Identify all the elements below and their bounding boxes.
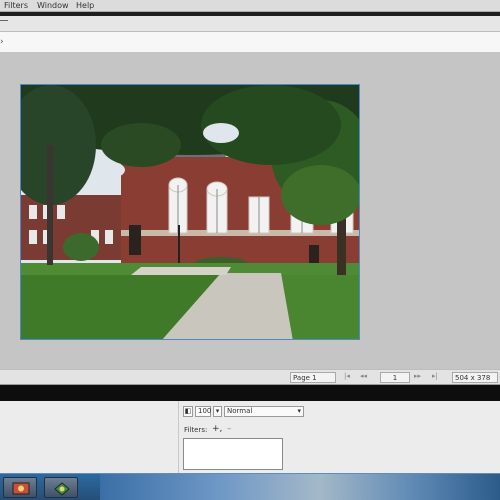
- image-dimensions: 504 x 378: [452, 372, 498, 383]
- campus-photo: [21, 85, 359, 339]
- options-bar-edge: [0, 20, 8, 28]
- panel-divider: [0, 385, 500, 401]
- chevron-icon[interactable]: ›: [0, 37, 4, 47]
- taskbar: [0, 473, 500, 500]
- menu-bar: Filters Window Help: [0, 0, 500, 12]
- panel-separator: [178, 401, 179, 473]
- taskbar-app-button-2[interactable]: [44, 477, 78, 498]
- page-number-field[interactable]: 1: [380, 372, 410, 383]
- menu-filters[interactable]: Filters: [4, 0, 28, 12]
- secondary-options-bar: ›: [0, 32, 500, 53]
- filters-label: Filters:: [184, 426, 208, 434]
- opacity-field[interactable]: 100: [195, 406, 211, 417]
- options-bar: [0, 16, 500, 32]
- blend-mode-value: Normal: [227, 407, 253, 415]
- last-page-icon[interactable]: ▸|: [432, 372, 438, 380]
- document-image[interactable]: [20, 84, 360, 340]
- page-label[interactable]: Page 1: [290, 372, 336, 383]
- menu-window[interactable]: Window: [37, 0, 69, 12]
- next-page-icon[interactable]: ▸▸: [414, 372, 421, 380]
- taskbar-background: [100, 474, 500, 500]
- blend-mode-chevron-icon: ▾: [297, 407, 301, 415]
- prev-page-icon[interactable]: ◂◂: [360, 372, 367, 380]
- filters-list[interactable]: [183, 438, 283, 470]
- remove-filter-button[interactable]: –: [227, 424, 232, 434]
- layers-panel: ◧ 100 ▾ Normal ▾ Filters: +, –: [0, 401, 500, 473]
- first-page-icon[interactable]: |◂: [344, 372, 350, 380]
- menu-help[interactable]: Help: [76, 0, 94, 12]
- chevron-down-icon[interactable]: ▾: [213, 406, 222, 417]
- add-filter-button[interactable]: +,: [212, 424, 222, 434]
- taskbar-app-button[interactable]: [3, 477, 37, 498]
- app-icon: [12, 482, 30, 495]
- panel-toggle-icon[interactable]: ◧: [183, 406, 193, 417]
- blend-mode-select[interactable]: Normal ▾: [224, 406, 304, 417]
- photo-app-icon: [54, 482, 70, 496]
- status-bar: Page 1 |◂ ◂◂ 1 ▸▸ ▸| 504 x 378: [0, 369, 500, 385]
